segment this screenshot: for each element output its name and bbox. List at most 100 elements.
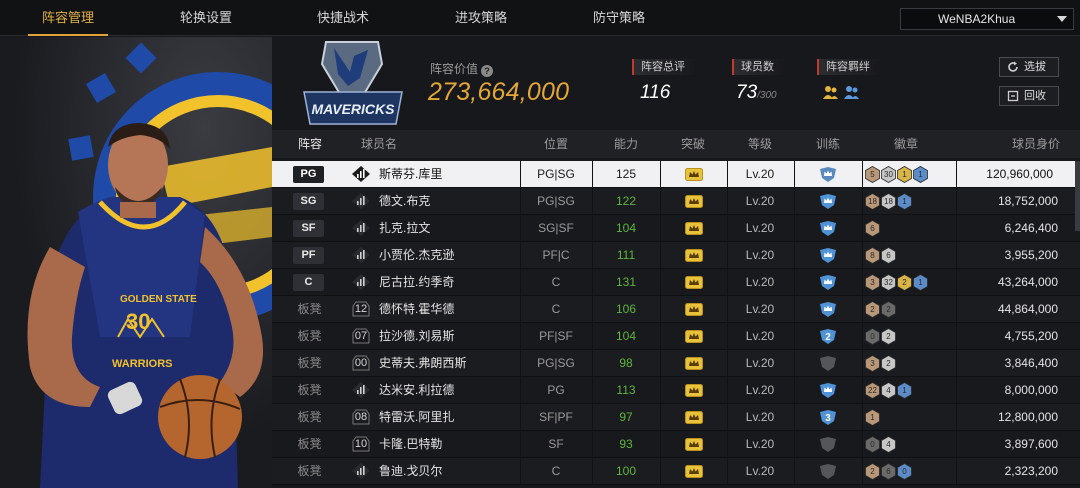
player-name[interactable]: 扎克.拉文 [379, 215, 430, 241]
player-name[interactable]: 拉沙德.刘易斯 [379, 323, 454, 349]
table-row[interactable]: SG 德文.布克 PG|SG 122 Lv.20 18 18 1 18,752,000 [272, 188, 1080, 215]
col-lineup[interactable]: 阵容 [290, 130, 330, 158]
player-name[interactable]: 达米安.利拉德 [379, 377, 454, 403]
badge-hex-icon[interactable]: 2 [865, 463, 880, 480]
badge-hex-icon[interactable]: 1 [913, 274, 928, 291]
player-name[interactable]: 德文.布克 [379, 188, 430, 214]
table-row[interactable]: 板凳 10 卡隆.巴特勒 SF 93 Lv.20 0 4 3,897,600 [272, 431, 1080, 458]
player-name[interactable]: 德怀特.霍华德 [379, 296, 454, 322]
player-name[interactable]: 卡隆.巴特勒 [379, 431, 442, 457]
crown-icon[interactable] [685, 384, 703, 397]
badge-hex-icon[interactable]: 32 [881, 274, 896, 291]
table-row[interactable]: PG 斯蒂芬.库里 PG|SG 125 Lv.20 5 30 1 1 120,960,000 [272, 161, 1075, 188]
table-row[interactable]: 板凳 00 史蒂夫.弗朗西斯 PG|SG 98 Lv.20 3 2 3,846,400 [272, 350, 1080, 377]
player-name[interactable]: 特雷沃.阿里扎 [379, 404, 454, 430]
badge-hex-icon[interactable]: 1 [865, 409, 880, 426]
bond-blue-people-icon[interactable] [843, 84, 860, 100]
badge-hex-icon[interactable]: 6 [881, 247, 896, 264]
training-shield-icon[interactable] [818, 463, 838, 480]
crown-icon[interactable] [685, 168, 703, 181]
badge-hex-icon[interactable]: 6 [881, 463, 896, 480]
badge-hex-icon[interactable]: 18 [881, 193, 896, 210]
badge-hex-icon[interactable]: 2 [865, 301, 880, 318]
col-level[interactable]: 等级 [742, 130, 778, 158]
table-row[interactable]: 板凳 08 特雷沃.阿里扎 SF|PF 97 Lv.20 3 1 12,800,000 [272, 404, 1080, 431]
training-crown-icon[interactable] [818, 166, 838, 183]
table-row[interactable]: 板凳 12 德怀特.霍华德 C 106 Lv.20 2 2 44,864,000 [272, 296, 1080, 323]
badge-hex-icon[interactable]: 2 [881, 355, 896, 372]
training-level-icon[interactable]: 3 [818, 409, 838, 426]
badge-hex-icon[interactable]: 0 [865, 328, 880, 345]
badge-hex-icon[interactable]: 2 [881, 328, 896, 345]
crown-icon[interactable] [685, 438, 703, 451]
training-crown-icon[interactable] [818, 193, 838, 210]
player-name[interactable]: 尼古拉.约季奇 [379, 269, 454, 295]
training-crown-icon[interactable] [818, 274, 838, 291]
badge-hex-icon[interactable]: 1 [913, 166, 928, 183]
team-dropdown[interactable]: WeNBA2Khua [900, 8, 1074, 30]
training-level-icon[interactable]: 2 [818, 328, 838, 345]
badge-hex-icon[interactable]: 1 [897, 193, 912, 210]
tab-offense-strategy[interactable]: 进攻策略 [441, 0, 521, 36]
badge-hex-icon[interactable]: 3 [865, 355, 880, 372]
player-name[interactable]: 小贾伦.杰克逊 [379, 242, 454, 268]
badge-hex-icon[interactable]: 1 [897, 166, 912, 183]
col-player-value[interactable]: 球员身价 [1008, 130, 1064, 158]
tab-lineup-management[interactable]: 阵容管理 [28, 0, 108, 36]
col-ability[interactable]: 能力 [608, 130, 644, 158]
col-training[interactable]: 训练 [810, 130, 846, 158]
crown-icon[interactable] [685, 465, 703, 478]
crown-icon[interactable] [685, 303, 703, 316]
crown-icon[interactable] [685, 222, 703, 235]
badge-hex-icon[interactable]: 8 [865, 247, 880, 264]
bond-gold-people-icon[interactable] [822, 84, 839, 100]
badge-count: 30 [884, 170, 893, 179]
player-name[interactable]: 鲁迪.戈贝尔 [379, 458, 442, 484]
tab-quick-tactics[interactable]: 快捷战术 [303, 0, 383, 36]
table-row[interactable]: 板凳 鲁迪.戈贝尔 C 100 Lv.20 2 6 0 2,323,200 [272, 458, 1080, 485]
tab-defense-strategy[interactable]: 防守策略 [579, 0, 659, 36]
player-count-max: /300 [757, 90, 777, 101]
badge-hex-icon[interactable]: 30 [881, 166, 896, 183]
tab-rotation-settings[interactable]: 轮换设置 [166, 0, 246, 36]
table-row[interactable]: 板凳 07 拉沙德.刘易斯 PF|SF 104 Lv.20 2 0 2 4,755,200 [272, 323, 1080, 350]
recycle-button[interactable]: 回收 [999, 86, 1059, 106]
crown-icon[interactable] [685, 411, 703, 424]
player-name[interactable]: 史蒂夫.弗朗西斯 [379, 350, 466, 376]
table-row[interactable]: C 尼古拉.约季奇 C 131 Lv.20 3 32 2 1 43,264,000 [272, 269, 1080, 296]
badge-hex-icon[interactable]: 0 [897, 463, 912, 480]
badge-hex-icon[interactable]: 2 [881, 301, 896, 318]
badge-hex-icon[interactable]: 2 [897, 274, 912, 291]
table-row[interactable]: 板凳 达米安.利拉德 PG 113 Lv.20 22 4 1 8,000,000 [272, 377, 1080, 404]
player-name[interactable]: 斯蒂芬.库里 [379, 161, 442, 187]
training-crown-icon[interactable] [818, 301, 838, 318]
badge-hex-icon[interactable]: 6 [865, 220, 880, 237]
pick-button[interactable]: 选拔 [999, 57, 1059, 77]
crown-icon[interactable] [685, 195, 703, 208]
col-badges[interactable]: 徽章 [888, 130, 924, 158]
table-row[interactable]: SF 扎克.拉文 SG|SF 104 Lv.20 6 6,246,400 [272, 215, 1080, 242]
badge-hex-icon[interactable]: 4 [881, 436, 896, 453]
badge-hex-icon[interactable]: 22 [865, 382, 880, 399]
help-icon[interactable]: ? [481, 65, 494, 77]
training-crown-icon[interactable] [818, 382, 838, 399]
badge-hex-icon[interactable]: 0 [865, 436, 880, 453]
table-row[interactable]: PF 小贾伦.杰克逊 PF|C 111 Lv.20 8 6 3,955,200 [272, 242, 1080, 269]
badge-hex-icon[interactable]: 1 [897, 382, 912, 399]
training-crown-icon[interactable] [818, 220, 838, 237]
col-position[interactable]: 位置 [528, 130, 584, 158]
crown-icon[interactable] [685, 249, 703, 262]
crown-icon[interactable] [685, 357, 703, 370]
badge-hex-icon[interactable]: 18 [865, 193, 880, 210]
training-shield-icon[interactable] [818, 436, 838, 453]
col-breakthrough[interactable]: 突破 [675, 130, 711, 158]
table-scrollbar[interactable] [1075, 161, 1080, 231]
col-player-name[interactable]: 球员名 [354, 130, 404, 158]
training-shield-icon[interactable] [818, 355, 838, 372]
training-crown-icon[interactable] [818, 247, 838, 264]
crown-icon[interactable] [685, 276, 703, 289]
badge-hex-icon[interactable]: 5 [865, 166, 880, 183]
badge-hex-icon[interactable]: 4 [881, 382, 896, 399]
badge-hex-icon[interactable]: 3 [865, 274, 880, 291]
crown-icon[interactable] [685, 330, 703, 343]
